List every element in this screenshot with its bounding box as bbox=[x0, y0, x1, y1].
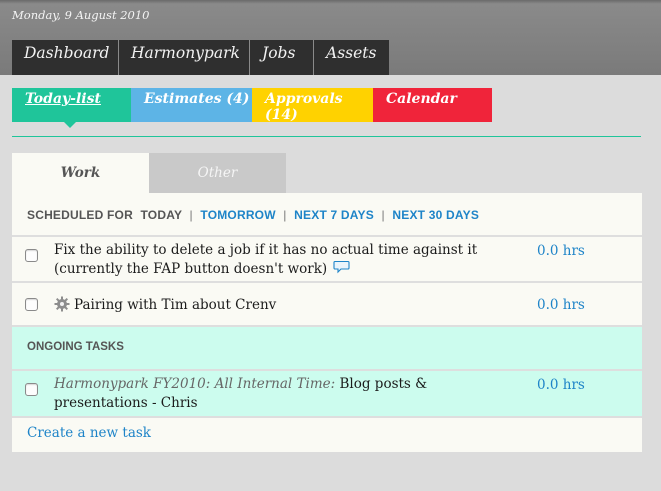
tab-today-list[interactable]: Today-list bbox=[12, 88, 131, 128]
task-hours-link[interactable]: 0.0 hrs bbox=[537, 297, 585, 313]
tab-today-list-label: Today-list bbox=[25, 91, 101, 107]
current-date: Monday, 9 August 2010 bbox=[12, 8, 150, 22]
task-row: Pairing with Tim about Crenv 0.0 hrs bbox=[12, 283, 642, 327]
top-ridge bbox=[0, 0, 661, 4]
comment-icon[interactable] bbox=[333, 260, 351, 274]
task-hours-link[interactable]: 0.0 hrs bbox=[537, 377, 585, 393]
filter-today: TODAY bbox=[140, 208, 182, 222]
task-title: Fix the ability to delete a job if it ha… bbox=[54, 242, 478, 277]
tab-estimates[interactable]: Estimates (4) bbox=[131, 88, 252, 122]
tab-approvals[interactable]: Approvals (14) bbox=[252, 88, 373, 123]
tab-other[interactable]: Other bbox=[149, 153, 286, 193]
filter-separator: | bbox=[381, 208, 385, 222]
row-divider bbox=[12, 325, 642, 327]
task-text: Pairing with Tim about Crenv bbox=[54, 296, 276, 315]
nav-item-dashboard[interactable]: Dashboard bbox=[12, 40, 119, 75]
nav-item-jobs[interactable]: Jobs bbox=[250, 40, 314, 75]
filter-separator: | bbox=[283, 208, 287, 222]
task-text: Fix the ability to delete a job if it ha… bbox=[54, 241, 524, 279]
ongoing-tasks-heading: ONGOING TASKS bbox=[27, 341, 124, 353]
gear-icon bbox=[54, 296, 70, 312]
scheduled-filter-bar: SCHEDULED FOR TODAY | TOMORROW | NEXT 7 … bbox=[27, 208, 479, 222]
task-title: Pairing with Tim about Crenv bbox=[74, 297, 277, 313]
row-divider bbox=[12, 416, 642, 418]
tab-calendar[interactable]: Calendar bbox=[373, 88, 492, 122]
task-checkbox[interactable] bbox=[25, 298, 38, 311]
nav-item-assets[interactable]: Assets bbox=[314, 40, 389, 75]
ongoing-task-row: Harmonypark FY2010: All Internal Time: B… bbox=[12, 371, 642, 416]
task-hours-link[interactable]: 0.0 hrs bbox=[537, 243, 585, 259]
nav-item-harmonypark[interactable]: Harmonypark bbox=[119, 40, 250, 75]
section-tabs: Today-list Estimates (4) Approvals (14) … bbox=[12, 88, 492, 128]
task-row: Fix the ability to delete a job if it ha… bbox=[12, 237, 642, 281]
filter-separator: | bbox=[189, 208, 193, 222]
filter-tomorrow-link[interactable]: TOMORROW bbox=[200, 208, 275, 222]
main-nav: Dashboard Harmonypark Jobs Assets bbox=[12, 40, 389, 75]
panel-tabs: Work Other bbox=[12, 153, 286, 193]
filter-next-30-days-link[interactable]: NEXT 30 DAYS bbox=[392, 208, 479, 222]
task-project-path: Harmonypark FY2010: All Internal Time: bbox=[54, 376, 336, 392]
task-checkbox[interactable] bbox=[25, 249, 38, 262]
task-text: Harmonypark FY2010: All Internal Time: B… bbox=[54, 375, 514, 413]
filter-next-7-days-link[interactable]: NEXT 7 DAYS bbox=[294, 208, 374, 222]
tab-work[interactable]: Work bbox=[12, 153, 149, 193]
task-checkbox[interactable] bbox=[25, 383, 38, 396]
active-tab-caret-icon bbox=[64, 122, 76, 128]
create-task-link[interactable]: Create a new task bbox=[27, 425, 151, 441]
section-divider bbox=[12, 136, 641, 137]
scheduled-label: SCHEDULED FOR bbox=[27, 208, 133, 222]
task-panel: SCHEDULED FOR TODAY | TOMORROW | NEXT 7 … bbox=[12, 193, 642, 452]
